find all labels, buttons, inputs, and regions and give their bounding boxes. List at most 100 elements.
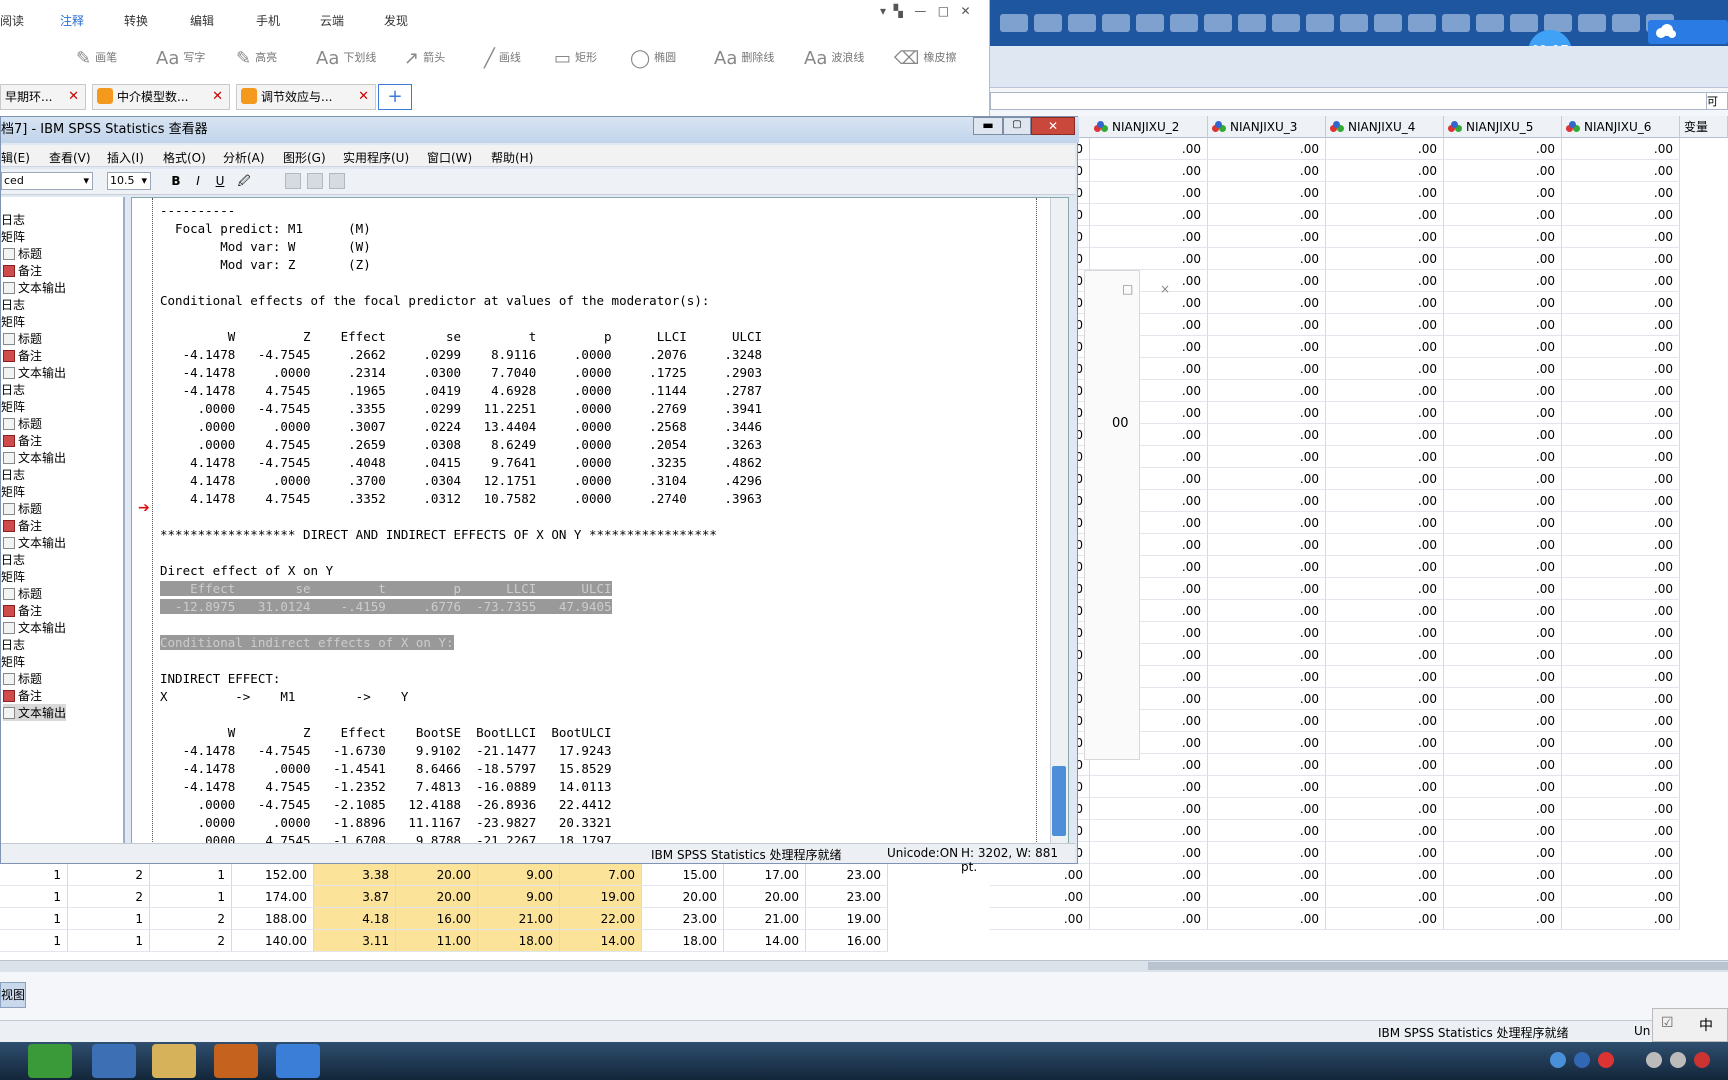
grid-cell[interactable]: .00: [1326, 226, 1444, 248]
data-cell[interactable]: 140.00: [232, 930, 314, 952]
reader-menu-item[interactable]: 云端: [320, 12, 344, 29]
grid-cell[interactable]: .00: [1326, 424, 1444, 446]
grid-cell[interactable]: .00: [1326, 776, 1444, 798]
grid-cell[interactable]: .00: [1562, 226, 1680, 248]
grid-cell[interactable]: .00: [1562, 644, 1680, 666]
grid-cell[interactable]: .00: [1562, 886, 1680, 908]
reader-tool-2[interactable]: ✎ 高亮: [236, 48, 277, 69]
grid-cell[interactable]: .00: [1562, 490, 1680, 512]
close-tab-icon[interactable]: ✕: [212, 85, 223, 109]
data-cell[interactable]: 21.00: [724, 908, 806, 930]
grid-cell[interactable]: .00: [1562, 534, 1680, 556]
grid-cell[interactable]: .00: [1444, 160, 1562, 182]
horizontal-scroll-thumb[interactable]: [1148, 962, 1728, 970]
grid-cell[interactable]: .00: [1208, 204, 1326, 226]
grid-cell[interactable]: .00: [1326, 534, 1444, 556]
outline-item[interactable]: 备注: [3, 432, 42, 449]
data-cell[interactable]: 174.00: [232, 886, 314, 908]
outline-pane[interactable]: 日志 矩阵 标题 备注 文本输出 日志 矩阵 标题 备注 文本输出 日志 矩阵 标题 备注 文本输出 日志 矩阵…: [1, 197, 125, 853]
underline-button[interactable]: U: [211, 172, 229, 190]
data-cell[interactable]: 22.00: [560, 908, 642, 930]
grid-cell[interactable]: .00: [1326, 644, 1444, 666]
grid-cell[interactable]: .00: [1326, 270, 1444, 292]
grid-cell[interactable]: .00: [1326, 556, 1444, 578]
outline-item[interactable]: 日志: [1, 296, 25, 313]
data-cell[interactable]: 19.00: [806, 908, 888, 930]
grid-cell[interactable]: .00: [1444, 776, 1562, 798]
grid-cell[interactable]: .00: [1208, 886, 1326, 908]
reader-tool-0[interactable]: ✎ 画笔: [76, 48, 117, 69]
reader-menu-item[interactable]: 转换: [124, 12, 148, 29]
grid-cell[interactable]: .00: [1444, 358, 1562, 380]
grid-cell[interactable]: .00: [1562, 468, 1680, 490]
grid-cell[interactable]: .00: [1208, 710, 1326, 732]
grid-cell[interactable]: .00: [1562, 160, 1680, 182]
grid-cell[interactable]: .00: [1208, 182, 1326, 204]
outline-item[interactable]: 备注: [3, 262, 42, 279]
outline-item[interactable]: 标题: [3, 330, 42, 347]
data-cell[interactable]: 1: [68, 930, 150, 952]
outline-item[interactable]: 矩阵: [1, 398, 25, 415]
grid-cell[interactable]: .00: [1444, 732, 1562, 754]
grid-cell[interactable]: .00: [1444, 908, 1562, 930]
grid-cell[interactable]: .00: [1326, 160, 1444, 182]
grid-cell[interactable]: .00: [1444, 798, 1562, 820]
grid-cell[interactable]: .00: [1444, 688, 1562, 710]
outline-item[interactable]: 文本输出: [3, 279, 66, 296]
grid-cell[interactable]: .00: [1444, 710, 1562, 732]
grid-cell[interactable]: .00: [1444, 226, 1562, 248]
data-cell[interactable]: 4.18: [314, 908, 396, 930]
reader-tab[interactable]: 调节效应与... ✕: [236, 84, 376, 110]
grid-cell[interactable]: .00: [1208, 842, 1326, 864]
reader-tool-7[interactable]: ◯ 椭圆: [630, 48, 676, 69]
grid-cell[interactable]: .00: [1326, 666, 1444, 688]
data-cell[interactable]: 1: [0, 908, 68, 930]
grid-cell[interactable]: .00: [1444, 314, 1562, 336]
grid-cell[interactable]: .00: [1208, 490, 1326, 512]
grid-cell[interactable]: .00: [1208, 732, 1326, 754]
outline-item[interactable]: 矩阵: [1, 568, 25, 585]
align-right-button[interactable]: [329, 173, 345, 189]
data-cell[interactable]: 18.00: [478, 930, 560, 952]
grid-cell[interactable]: .00: [1326, 292, 1444, 314]
data-cell[interactable]: 14.00: [560, 930, 642, 952]
grid-cell[interactable]: .00: [1208, 820, 1326, 842]
grid-cell[interactable]: .00: [1090, 160, 1208, 182]
reader-menu-item[interactable]: 编辑: [190, 12, 214, 29]
grid-cell[interactable]: .00: [1444, 666, 1562, 688]
grid-cell[interactable]: .00: [1208, 600, 1326, 622]
reader-tool-1[interactable]: Aa 写字: [156, 48, 205, 69]
outline-item[interactable]: 日志: [1, 381, 25, 398]
outline-item[interactable]: 备注: [3, 602, 42, 619]
grid-cell[interactable]: .00: [1562, 908, 1680, 930]
grid-cell[interactable]: .00: [1208, 864, 1326, 886]
data-cell[interactable]: 7.00: [560, 864, 642, 886]
grid-cell[interactable]: .00: [1444, 842, 1562, 864]
grid-cell[interactable]: .00: [1208, 688, 1326, 710]
column-header[interactable]: NIANJIXU_6: [1562, 116, 1680, 138]
grid-cell[interactable]: .00: [1208, 336, 1326, 358]
grid-cell[interactable]: .00: [1208, 776, 1326, 798]
spss-taskbar-icon[interactable]: [276, 1044, 320, 1078]
align-left-button[interactable]: [285, 173, 301, 189]
grid-cell[interactable]: .00: [1562, 842, 1680, 864]
grid-cell[interactable]: .00: [1444, 534, 1562, 556]
grid-cell[interactable]: .00: [1326, 336, 1444, 358]
grid-cell[interactable]: .00: [1326, 204, 1444, 226]
weibo-icon[interactable]: [1694, 1052, 1710, 1068]
size-select[interactable]: 10.5 ▾: [107, 172, 151, 190]
grid-cell[interactable]: .00: [1208, 534, 1326, 556]
viewer-menu-item[interactable]: 帮助(H): [491, 149, 533, 166]
data-cell[interactable]: 23.00: [806, 886, 888, 908]
reader-tool-10[interactable]: ⌫ 橡皮擦: [894, 48, 956, 69]
data-cell[interactable]: 19.00: [560, 886, 642, 908]
data-cell[interactable]: 20.00: [642, 886, 724, 908]
grid-cell[interactable]: .00: [1444, 644, 1562, 666]
grid-cell[interactable]: .00: [1208, 424, 1326, 446]
grid-cell[interactable]: .00: [1090, 886, 1208, 908]
reader-menu-item[interactable]: 手机: [256, 12, 280, 29]
grid-cell[interactable]: .00: [990, 908, 1090, 930]
cell-editor-input[interactable]: [990, 92, 1708, 110]
font-select[interactable]: ced ▾: [1, 172, 93, 190]
outline-item[interactable]: 文本输出: [3, 704, 67, 721]
